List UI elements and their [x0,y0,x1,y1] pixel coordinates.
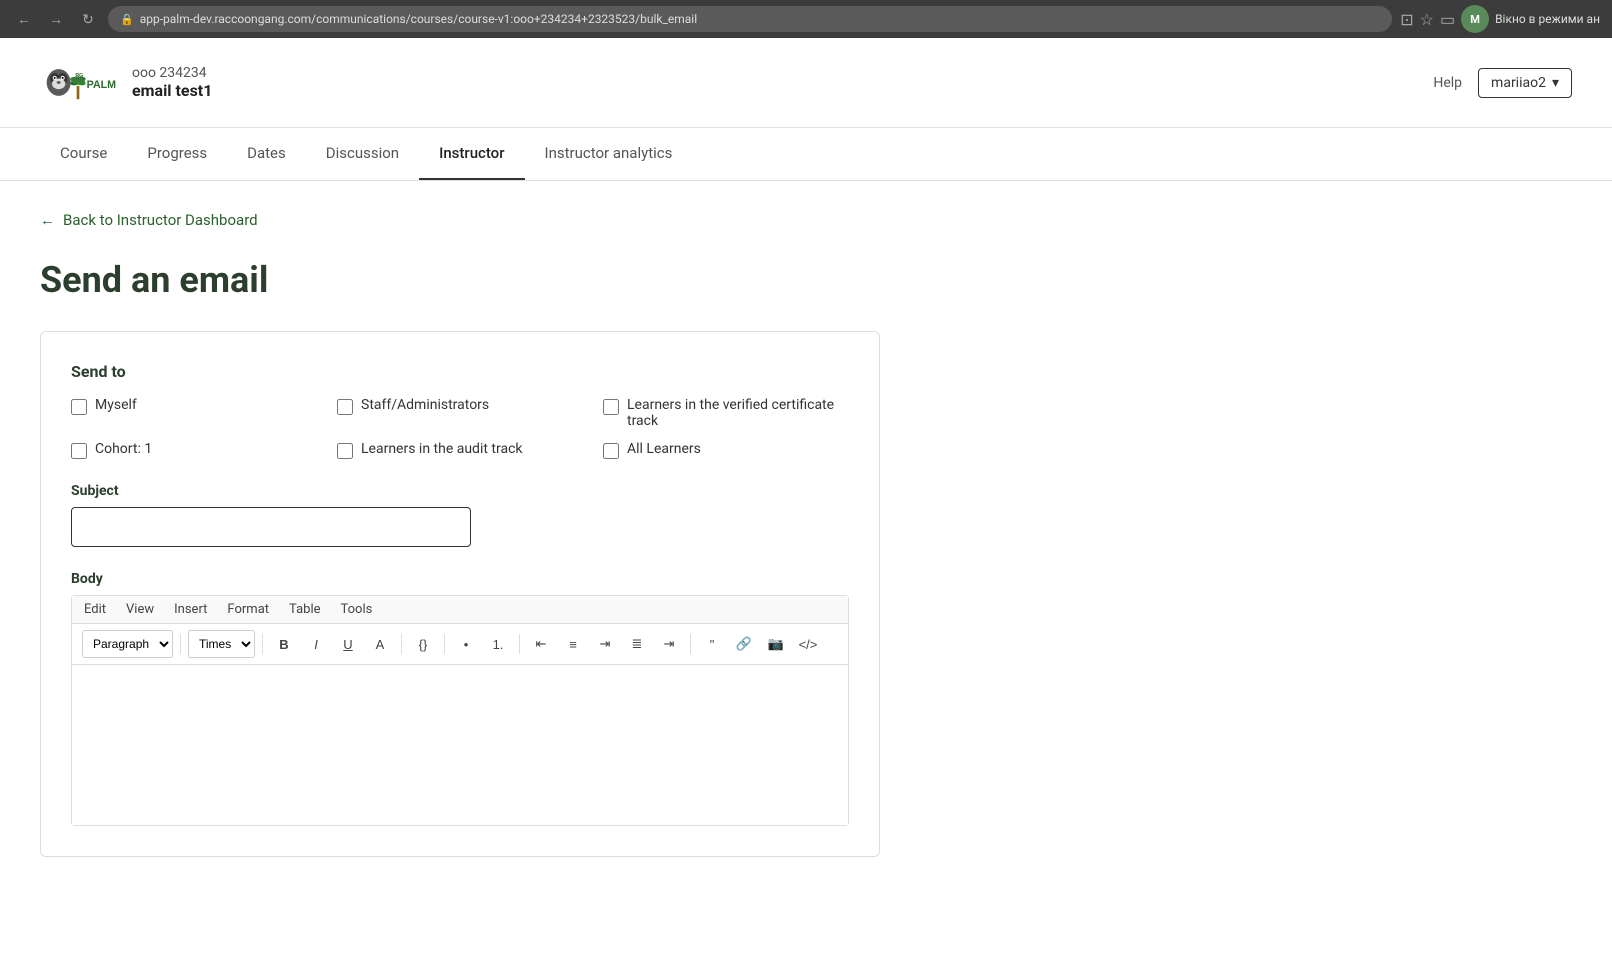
align-center-button[interactable]: ≡ [559,630,587,658]
blockquote-button[interactable]: " [698,630,726,658]
checkbox-staff-label: Staff/Administrators [361,397,489,413]
body-label: Body [71,571,849,587]
tab-progress[interactable]: Progress [127,128,227,180]
underline-button[interactable]: U [334,630,362,658]
tab-course[interactable]: Course [40,128,127,180]
checkbox-cohort1-label: Cohort: 1 [95,441,152,457]
browser-icons: ⊡ ☆ ▭ М Вікно в режими ан [1400,5,1600,33]
checkbox-verified-label: Learners in the verified certificate tra… [627,397,849,429]
tab-instructor[interactable]: Instructor [419,128,524,180]
nav-tabs: Course Progress Dates Discussion Instruc… [0,128,1612,181]
back-to-dashboard-link[interactable]: ← Back to Instructor Dashboard [40,211,1160,229]
checkbox-audit[interactable]: Learners in the audit track [337,441,583,459]
separator-1 [180,634,181,654]
subject-input[interactable] [71,507,471,547]
svg-text:PALM: PALM [87,79,117,91]
course-id: ooo 234234 [132,65,212,81]
align-left-button[interactable]: ⇤ [527,630,555,658]
source-code-button[interactable]: </> [794,630,822,658]
bold-button[interactable]: B [270,630,298,658]
lock-icon: 🔒 [120,13,134,26]
checkbox-staff[interactable]: Staff/Administrators [337,397,583,429]
checkbox-all-input[interactable] [603,443,619,459]
screen-capture-icon[interactable]: ⊡ [1400,10,1413,29]
checkbox-audit-label: Learners in the audit track [361,441,523,457]
italic-button[interactable]: I [302,630,330,658]
menu-table[interactable]: Table [289,602,320,617]
checkbox-verified[interactable]: Learners in the verified certificate tra… [603,397,849,429]
browser-chrome: ← → ↻ 🔒 app-palm-dev.raccoongang.com/com… [0,0,1612,38]
subject-label: Subject [71,483,849,499]
link-button[interactable]: 🔗 [730,630,758,658]
user-name: mariiao2 [1491,75,1546,91]
code-block-button[interactable]: {} [409,630,437,658]
help-link[interactable]: Help [1433,75,1462,91]
checkbox-cohort1[interactable]: Cohort: 1 [71,441,317,459]
logo-area: RG PALM ooo 234234 email test1 [40,60,212,105]
image-button[interactable]: 📷 [762,630,790,658]
ordered-list-button[interactable]: 1. [484,630,512,658]
back-button[interactable]: ← [12,7,36,31]
menu-format[interactable]: Format [227,602,269,617]
back-link-label: Back to Instructor Dashboard [63,211,258,229]
address-bar[interactable]: 🔒 app-palm-dev.raccoongang.com/communica… [108,6,1392,32]
tab-dates[interactable]: Dates [227,128,306,180]
star-icon[interactable]: ☆ [1420,10,1434,29]
course-info: ooo 234234 email test1 [132,65,212,100]
indent-button[interactable]: ⇥ [655,630,683,658]
separator-2 [262,634,263,654]
separator-5 [519,634,520,654]
tab-discussion[interactable]: Discussion [306,128,419,180]
align-justify-button[interactable]: ≣ [623,630,651,658]
course-name: email test1 [132,81,212,100]
svg-text:RG: RG [75,73,83,79]
send-to-title: Send to [71,362,849,381]
email-card: Send to Myself Staff/Administrators Lear… [40,331,880,857]
back-arrow-icon: ← [40,211,55,229]
checkbox-staff-input[interactable] [337,399,353,415]
header-right: Help mariiao2 ▾ [1433,68,1572,98]
format-select[interactable]: Paragraph [82,630,173,658]
menu-edit[interactable]: Edit [84,602,106,617]
dropdown-arrow: ▾ [1552,75,1559,91]
window-mode-text: Вікно в режими ан [1495,12,1600,26]
body-editor: Edit View Insert Format Table Tools Para… [71,595,849,826]
editor-menubar: Edit View Insert Format Table Tools [72,596,848,624]
palm-logo: RG PALM [40,60,120,105]
font-select[interactable]: Times [188,630,255,658]
checkbox-all[interactable]: All Learners [603,441,849,459]
checkbox-myself-input[interactable] [71,399,87,415]
checkbox-all-label: All Learners [627,441,701,457]
checkbox-audit-input[interactable] [337,443,353,459]
window-icon[interactable]: ▭ [1440,10,1455,29]
align-right-button[interactable]: ⇥ [591,630,619,658]
site-header: RG PALM ooo 234234 email test1 Help mari… [0,38,1612,128]
tab-instructor-analytics[interactable]: Instructor analytics [525,128,693,180]
user-dropdown[interactable]: mariiao2 ▾ [1478,68,1572,98]
separator-6 [690,634,691,654]
user-avatar[interactable]: М [1461,5,1489,33]
url-text: app-palm-dev.raccoongang.com/communicati… [140,12,697,26]
reload-button[interactable]: ↻ [76,7,100,31]
menu-view[interactable]: View [126,602,154,617]
main-content: ← Back to Instructor Dashboard Send an e… [0,181,1200,887]
checkbox-verified-input[interactable] [603,399,619,415]
page-title: Send an email [40,259,1160,301]
forward-button[interactable]: → [44,7,68,31]
separator-3 [401,634,402,654]
separator-4 [444,634,445,654]
checkbox-cohort1-input[interactable] [71,443,87,459]
font-color-button[interactable]: A [366,630,394,658]
editor-toolbar: Paragraph Times B I U A {} • 1. ⇤ ≡ ⇥ [72,624,848,665]
unordered-list-button[interactable]: • [452,630,480,658]
send-to-grid: Myself Staff/Administrators Learners in … [71,397,849,459]
checkbox-myself[interactable]: Myself [71,397,317,429]
editor-body[interactable] [72,665,848,825]
menu-tools[interactable]: Tools [341,602,373,617]
checkbox-myself-label: Myself [95,397,137,413]
menu-insert[interactable]: Insert [174,602,207,617]
